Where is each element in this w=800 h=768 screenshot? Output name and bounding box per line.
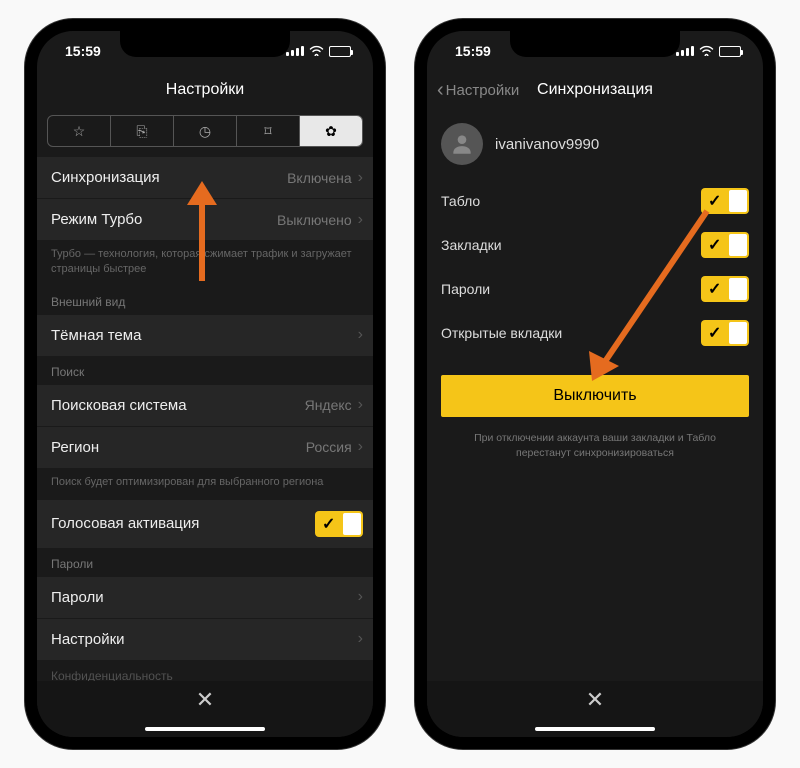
history-icon: ◷	[199, 123, 211, 140]
section-search: Поиск	[37, 357, 373, 385]
row-region-label: Регион	[51, 439, 99, 456]
home-indicator	[145, 727, 265, 731]
row-passwords-label: Пароли	[441, 281, 490, 297]
clock: 15:59	[455, 43, 491, 59]
row-sync-label: Синхронизация	[51, 169, 160, 186]
chevron-right-icon: ›	[358, 211, 363, 229]
notch	[510, 31, 680, 57]
chevron-right-icon: ›	[358, 326, 363, 344]
gear-icon: ✿	[325, 123, 337, 140]
battery-icon	[719, 46, 741, 57]
notch	[120, 31, 290, 57]
close-icon[interactable]: ✕	[586, 687, 604, 713]
home-indicator	[535, 727, 655, 731]
tab-favorites[interactable]: ☆	[48, 116, 111, 146]
tablo-toggle[interactable]: ✓	[701, 188, 749, 214]
star-icon: ☆	[73, 123, 86, 140]
row-dark-label: Тёмная тема	[51, 327, 141, 344]
chevron-right-icon: ›	[358, 630, 363, 648]
bottom-bar: ✕	[427, 681, 763, 737]
row-tablo-label: Табло	[441, 193, 480, 209]
back-button[interactable]: ‹ Настройки	[437, 79, 519, 102]
row-region[interactable]: Регион Россия ›	[37, 427, 373, 469]
chevron-right-icon: ›	[358, 588, 363, 606]
bottom-bar: ✕	[37, 681, 373, 737]
avatar	[441, 123, 483, 165]
username: ivanivanov9990	[495, 136, 599, 153]
wifi-icon	[309, 44, 324, 59]
row-passwords-label: Пароли	[51, 589, 104, 606]
clock: 15:59	[65, 43, 101, 59]
chevron-right-icon: ›	[358, 396, 363, 414]
row-dark-theme[interactable]: Тёмная тема ›	[37, 315, 373, 357]
row-engine-value: Яндекс	[305, 397, 352, 413]
row-tablo: Табло ✓	[427, 179, 763, 223]
row-subsettings[interactable]: Настройки ›	[37, 619, 373, 661]
row-search-engine[interactable]: Поисковая система Яндекс ›	[37, 385, 373, 427]
settings-list: Синхронизация Включена › Режим Турбо Выкл…	[37, 157, 373, 689]
signal-icon	[286, 46, 304, 56]
row-bookmarks-label: Закладки	[441, 237, 502, 253]
row-subsettings-label: Настройки	[51, 631, 125, 648]
close-icon[interactable]: ✕	[196, 687, 214, 713]
wifi-icon	[699, 44, 714, 59]
disable-button[interactable]: Выключить	[441, 375, 749, 417]
monitor-icon: ⌑	[264, 123, 271, 140]
signal-icon	[676, 46, 694, 56]
row-turbo[interactable]: Режим Турбо Выключено ›	[37, 199, 373, 241]
row-voice[interactable]: Голосовая активация ✓	[37, 500, 373, 549]
voice-toggle[interactable]: ✓	[315, 511, 363, 537]
tab-history[interactable]: ◷	[174, 116, 237, 146]
nav-header: Настройки	[37, 71, 373, 109]
phone-right: 15:59 ‹ Настройки Синхронизация ivanivan…	[415, 19, 775, 749]
region-description: Поиск будет оптимизирован для выбранного…	[37, 469, 373, 500]
section-appearance: Внешний вид	[37, 287, 373, 315]
row-voice-label: Голосовая активация	[51, 515, 199, 532]
section-passwords: Пароли	[37, 549, 373, 577]
row-passwords[interactable]: Пароли ›	[37, 577, 373, 619]
phone-left: 15:59 Настройки ☆ ⎘ ◷ ⌑ ✿ Синхронизация …	[25, 19, 385, 749]
profile-row[interactable]: ivanivanov9990	[427, 109, 763, 179]
row-sync-value: Включена	[287, 170, 352, 186]
passwords-toggle[interactable]: ✓	[701, 276, 749, 302]
tab-settings[interactable]: ✿	[300, 116, 362, 146]
tab-bookmarks[interactable]: ⎘	[111, 116, 174, 146]
tab-devices[interactable]: ⌑	[237, 116, 300, 146]
page-title: Настройки	[166, 81, 244, 99]
row-tabs: Открытые вкладки ✓	[427, 311, 763, 355]
tab-strip: ☆ ⎘ ◷ ⌑ ✿	[47, 115, 363, 147]
chevron-right-icon: ›	[358, 438, 363, 456]
page-title: Синхронизация	[537, 81, 653, 99]
row-sync[interactable]: Синхронизация Включена ›	[37, 157, 373, 199]
row-bookmarks: Закладки ✓	[427, 223, 763, 267]
row-passwords: Пароли ✓	[427, 267, 763, 311]
turbo-description: Турбо — технология, которая сжимает траф…	[37, 241, 373, 287]
tabs-toggle[interactable]: ✓	[701, 320, 749, 346]
bookmarks-toggle[interactable]: ✓	[701, 232, 749, 258]
sync-options: Табло ✓ Закладки ✓ Пароли ✓ Открытые вкл…	[427, 179, 763, 355]
row-region-value: Россия	[306, 439, 352, 455]
bookmark-icon: ⎘	[136, 123, 147, 140]
nav-header: ‹ Настройки Синхронизация	[427, 71, 763, 109]
row-engine-label: Поисковая система	[51, 397, 187, 414]
back-label: Настройки	[446, 82, 520, 99]
chevron-left-icon: ‹	[437, 79, 444, 102]
warning-text: При отключении аккаунта ваши закладки и …	[447, 431, 743, 460]
battery-icon	[329, 46, 351, 57]
row-turbo-label: Режим Турбо	[51, 211, 142, 228]
chevron-right-icon: ›	[358, 169, 363, 187]
row-tabs-label: Открытые вкладки	[441, 325, 562, 341]
row-turbo-value: Выключено	[277, 212, 352, 228]
